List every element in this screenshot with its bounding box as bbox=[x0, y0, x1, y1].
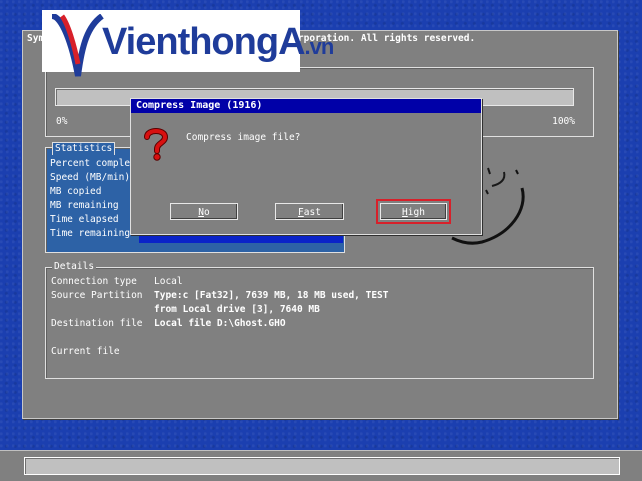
logo-mark-icon bbox=[51, 14, 104, 77]
stat-time-elapsed: Time elapsed bbox=[50, 214, 119, 225]
stat-time-remaining: Time remaining bbox=[50, 228, 131, 239]
vienthonga-logo: VienthongA.vn bbox=[42, 10, 334, 77]
compress-image-dialog: Compress Image (1916) Compress image fil… bbox=[130, 98, 482, 235]
destination-file-label: Destination file bbox=[51, 318, 143, 329]
details-group-label: Details bbox=[52, 261, 97, 273]
progress-start-label: 0% bbox=[56, 116, 68, 127]
connection-type-label: Connection type bbox=[51, 276, 137, 287]
logo-text: VienthongA.vn bbox=[102, 20, 335, 69]
no-button[interactable]: No bbox=[170, 203, 238, 220]
progress-end-label: 100% bbox=[552, 116, 575, 127]
stat-mb-remaining: MB remaining bbox=[50, 200, 119, 211]
status-bar bbox=[24, 457, 620, 475]
source-partition-value-line2: from Local drive [3], 7640 MB bbox=[154, 304, 320, 315]
source-partition-value-line1: Type:c [Fat32], 7639 MB, 18 MB used, TES… bbox=[154, 290, 389, 301]
high-button[interactable]: High bbox=[380, 203, 447, 220]
dialog-title: Compress Image (1916) bbox=[131, 99, 481, 113]
logo-suffix: .vn bbox=[304, 34, 335, 59]
current-file-label: Current file bbox=[51, 346, 120, 357]
fast-button[interactable]: Fast bbox=[275, 203, 344, 220]
statistics-group-label: Statistics bbox=[52, 142, 116, 155]
dialog-message: Compress image file? bbox=[186, 132, 301, 143]
stat-mb-copied: MB copied bbox=[50, 186, 102, 197]
status-bar-area bbox=[0, 450, 642, 481]
source-partition-label: Source Partition bbox=[51, 290, 143, 301]
stat-speed: Speed (MB/min) bbox=[50, 172, 131, 183]
connection-type-value: Local bbox=[154, 276, 183, 287]
destination-file-value: Local file D:\Ghost.GHO bbox=[154, 318, 286, 329]
details-group: Details Connection type Local Source Par… bbox=[45, 261, 594, 379]
stat-percent-complete: Percent complete bbox=[50, 158, 142, 169]
question-icon bbox=[144, 128, 169, 161]
logo-wordmark: VienthongA bbox=[102, 21, 306, 63]
